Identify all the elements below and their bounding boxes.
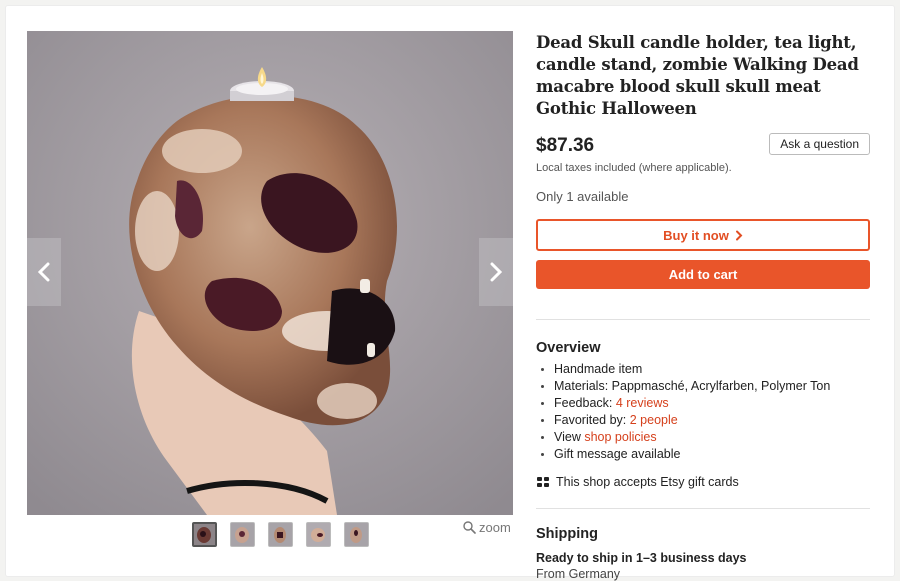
zoom-label: zoom [479, 520, 511, 535]
gift-card-note: This shop accepts Etsy gift cards [536, 475, 870, 489]
list-item: Gift message available [536, 446, 870, 463]
overview-heading: Overview [536, 340, 601, 356]
list-item: Handmade item [536, 361, 870, 378]
list-item: Feedback: 4 reviews [536, 395, 870, 412]
price-row: $87.36 Ask a question [536, 133, 870, 158]
divider [536, 319, 870, 320]
shipping-heading: Shipping [536, 526, 599, 542]
thumbnail-strip [192, 522, 369, 547]
thumbnail-5[interactable] [344, 522, 369, 547]
view-label: View [554, 430, 585, 444]
gift-card-text: This shop accepts Etsy gift cards [556, 475, 739, 489]
feedback-label: Feedback: [554, 396, 616, 410]
ship-from-text: From Germany [536, 567, 621, 581]
magnifier-icon [463, 521, 476, 534]
add-to-cart-button[interactable]: Add to cart [536, 260, 870, 289]
shop-policies-link[interactable]: shop policies [584, 430, 656, 444]
materials-text: Materials: Pappmasché, Acrylfarben, Poly… [554, 379, 831, 393]
ask-question-button[interactable]: Ask a question [769, 133, 870, 155]
previous-image-button[interactable] [27, 238, 61, 306]
divider [536, 508, 870, 509]
ship-ready-text: Ready to ship in 1–3 business days [536, 551, 747, 565]
buy-now-button[interactable]: Buy it now [536, 219, 870, 251]
zoom-button[interactable]: zoom [463, 520, 511, 535]
favorited-label: Favorited by: [554, 413, 630, 427]
gift-message-text: Gift message available [554, 447, 681, 461]
handmade-text: Handmade item [554, 362, 643, 376]
chevron-left-icon [37, 262, 50, 282]
product-details: Dead Skull candle holder, tea light, can… [536, 32, 870, 581]
product-image[interactable] [27, 31, 513, 515]
skull-photo [27, 31, 513, 515]
tax-note: Local taxes included (where applicable). [536, 162, 732, 174]
buy-now-label: Buy it now [663, 227, 729, 243]
listing-card: zoom Dead Skull candle holder, tea light… [6, 6, 894, 581]
chevron-right-icon [735, 230, 743, 240]
favorited-people-link[interactable]: 2 people [630, 413, 678, 427]
thumbnail-4[interactable] [306, 522, 331, 547]
product-title: Dead Skull candle holder, tea light, can… [536, 33, 859, 118]
reviews-link[interactable]: 4 reviews [616, 396, 669, 410]
thumbnail-2[interactable] [230, 522, 255, 547]
overview-list: Handmade item Materials: Pappmasché, Acr… [536, 361, 870, 463]
thumbnail-3[interactable] [268, 522, 293, 547]
list-item: Materials: Pappmasché, Acrylfarben, Poly… [536, 378, 870, 395]
list-item: Favorited by: 2 people [536, 412, 870, 429]
availability-text: Only 1 available [536, 189, 629, 204]
list-item: View shop policies [536, 429, 870, 446]
thumbnail-1[interactable] [192, 522, 217, 547]
chevron-right-icon [490, 262, 503, 282]
gift-card-icon [537, 477, 549, 487]
next-image-button[interactable] [479, 238, 513, 306]
